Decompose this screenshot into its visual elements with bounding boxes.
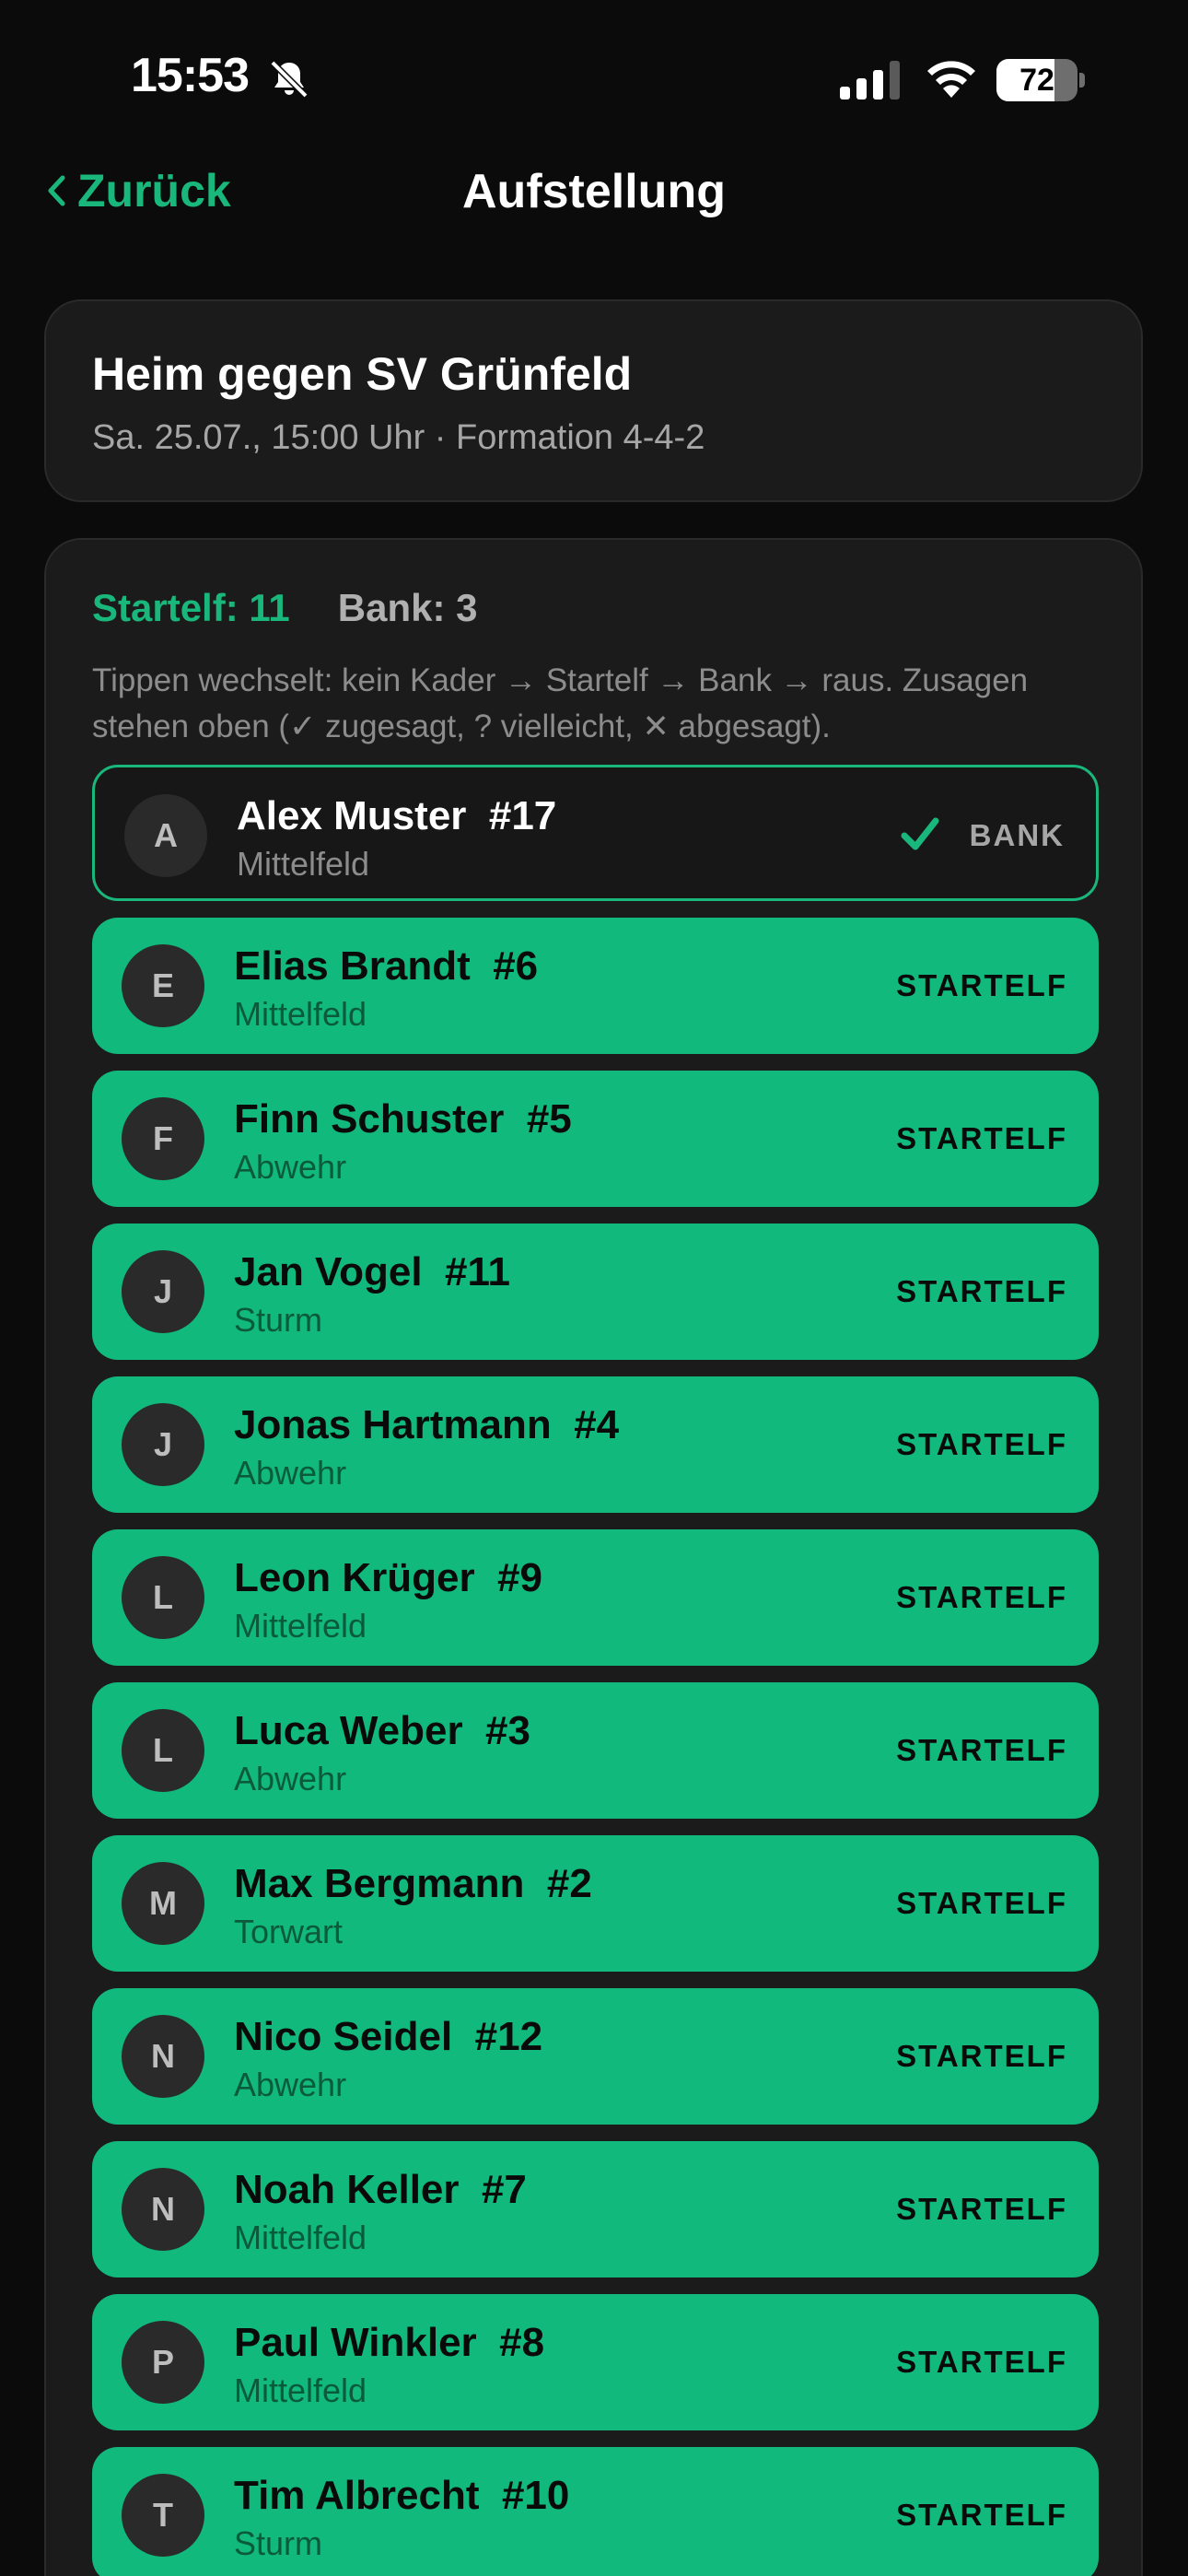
- player-avatar: E: [122, 944, 204, 1027]
- player-avatar: L: [122, 1556, 204, 1639]
- player-position: Mittelfeld: [234, 1607, 367, 1645]
- player-row[interactable]: J Jonas Hartmann #4 Abwehr STARTELF: [92, 1376, 1099, 1513]
- player-name: Finn Schuster #5: [234, 1096, 572, 1142]
- lineup-status-label: STARTELF: [896, 2192, 1067, 2226]
- player-avatar: J: [122, 1250, 204, 1333]
- lineup-counts: Startelf: 11 Bank: 3: [92, 586, 477, 630]
- player-avatar: N: [122, 2015, 204, 2098]
- player-name: Alex Muster #17: [237, 793, 557, 838]
- player-row[interactable]: N Noah Keller #7 Mittelfeld STARTELF: [92, 2141, 1099, 2277]
- player-position: Abwehr: [234, 1454, 347, 1492]
- page-title: Aufstellung: [462, 165, 726, 218]
- player-avatar: N: [122, 2168, 204, 2251]
- lineup-status-label: STARTELF: [896, 1427, 1067, 1461]
- player-list: A Alex Muster #17 Mittelfeld BANK E Elias Bra…: [92, 765, 1099, 2576]
- player-name: Jonas Hartmann #4: [234, 1402, 620, 1447]
- lineup-status-label: BANK: [969, 818, 1065, 852]
- battery-percent: 72: [1019, 63, 1054, 98]
- lineup-status-label: STARTELF: [896, 1733, 1067, 1767]
- player-position: Sturm: [234, 2524, 323, 2562]
- roster-card: Startelf: 11 Bank: 3 Tippen wechselt: ke…: [44, 538, 1143, 2576]
- lineup-status-label: STARTELF: [896, 1274, 1067, 1308]
- lineup-status-label: STARTELF: [896, 2498, 1067, 2532]
- player-name: Tim Albrecht #10: [234, 2473, 570, 2518]
- player-name: Jan Vogel #11: [234, 1249, 511, 1294]
- player-row[interactable]: M Max Bergmann #2 Torwart STARTELF: [92, 1835, 1099, 1972]
- player-name: Nico Seidel #12: [234, 2014, 543, 2059]
- bell-slash-icon: [270, 60, 309, 99]
- player-avatar: P: [122, 2321, 204, 2404]
- player-position: Torwart: [234, 1913, 344, 1950]
- match-subtitle: Sa. 25.07., 15:00 Uhr · Formation 4-4-2: [92, 418, 705, 457]
- status-time: 15:53: [131, 49, 250, 102]
- player-name: Noah Keller #7: [234, 2167, 527, 2212]
- lineup-status-label: STARTELF: [896, 1886, 1067, 1920]
- player-row[interactable]: T Tim Albrecht #10 Sturm STARTELF: [92, 2447, 1099, 2576]
- player-position: Mittelfeld: [234, 995, 367, 1033]
- player-row[interactable]: E Elias Brandt #6 Mittelfeld STARTELF: [92, 918, 1099, 1054]
- player-row[interactable]: F Finn Schuster #5 Abwehr STARTELF: [92, 1071, 1099, 1207]
- player-row[interactable]: L Leon Krüger #9 Mittelfeld STARTELF: [92, 1529, 1099, 1666]
- player-row[interactable]: P Paul Winkler #8 Mittelfeld STARTELF: [92, 2294, 1099, 2430]
- player-avatar: M: [122, 1862, 204, 1945]
- match-card: Heim gegen SV Grünfeld Sa. 25.07., 15:00…: [44, 299, 1143, 502]
- player-row[interactable]: A Alex Muster #17 Mittelfeld BANK: [92, 765, 1099, 901]
- lineup-status-label: STARTELF: [896, 1121, 1067, 1155]
- cellular-signal-icon: [840, 61, 900, 100]
- player-row[interactable]: J Jan Vogel #11 Sturm STARTELF: [92, 1224, 1099, 1360]
- player-avatar: L: [122, 1709, 204, 1792]
- lineup-status-label: STARTELF: [896, 2039, 1067, 2073]
- player-name: Elias Brandt #6: [234, 943, 539, 989]
- player-name: Paul Winkler #8: [234, 2320, 545, 2365]
- lineup-status-label: STARTELF: [896, 1580, 1067, 1614]
- player-position: Mittelfeld: [234, 2371, 367, 2409]
- player-position: Mittelfeld: [234, 2219, 367, 2256]
- player-name: Luca Weber #3: [234, 1708, 530, 1753]
- player-row[interactable]: N Nico Seidel #12 Abwehr STARTELF: [92, 1988, 1099, 2125]
- starting-count: Startelf: 11: [92, 586, 290, 629]
- screen: 15:53 72 Zurück Aufstellung Heim gegen S…: [0, 0, 1188, 2576]
- player-avatar: T: [122, 2474, 204, 2557]
- player-name: Leon Krüger #9: [234, 1555, 542, 1600]
- status-bar: 15:53 72: [0, 0, 1188, 138]
- player-avatar: F: [122, 1097, 204, 1180]
- player-position: Abwehr: [234, 2066, 347, 2103]
- lineup-status-label: STARTELF: [896, 968, 1067, 1002]
- battery-indicator: 72: [996, 59, 1085, 101]
- player-position: Abwehr: [234, 1760, 347, 1797]
- bench-count: Bank: 3: [337, 586, 478, 629]
- player-position: Mittelfeld: [237, 845, 370, 883]
- player-position: Sturm: [234, 1301, 323, 1339]
- player-name: Max Bergmann #2: [234, 1861, 592, 1906]
- wifi-icon: [927, 61, 975, 98]
- player-avatar: J: [122, 1403, 204, 1486]
- lineup-status-label: STARTELF: [896, 2345, 1067, 2379]
- instruction-hint: Tippen wechselt: kein Kader → Startelf →…: [92, 662, 1029, 744]
- match-title: Heim gegen SV Grünfeld: [92, 348, 633, 400]
- player-row[interactable]: L Luca Weber #3 Abwehr STARTELF: [92, 1682, 1099, 1819]
- check-icon: [901, 817, 939, 850]
- player-position: Abwehr: [234, 1148, 347, 1186]
- player-avatar: A: [124, 794, 207, 877]
